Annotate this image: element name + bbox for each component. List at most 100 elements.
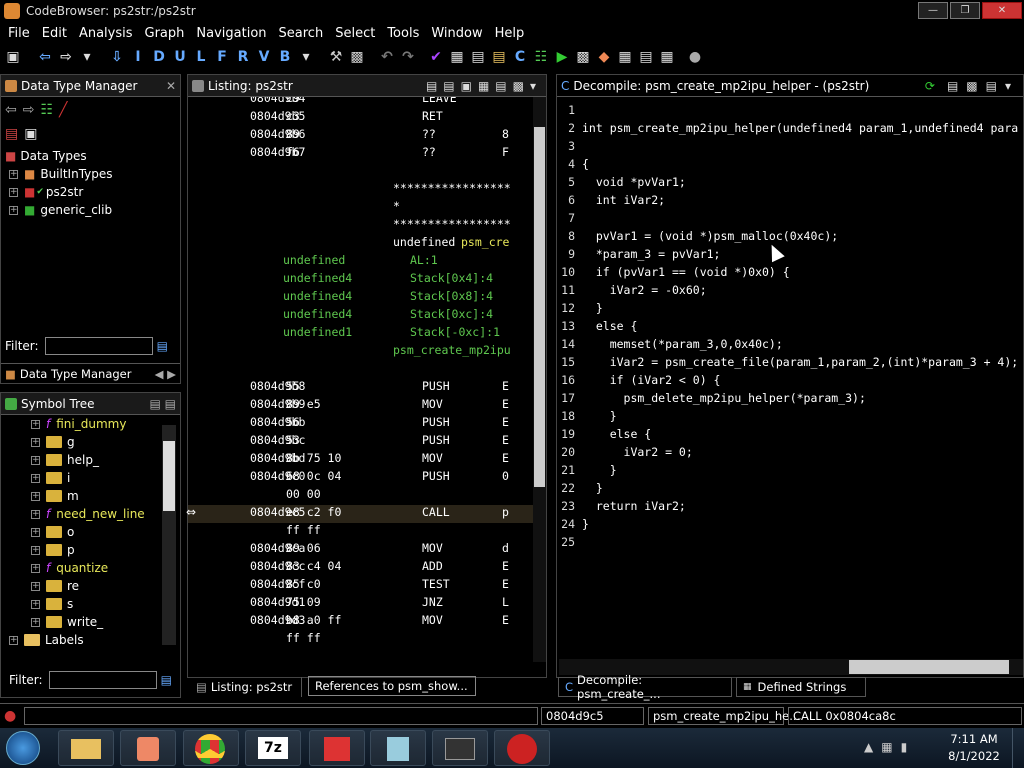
tools-icon[interactable]: ⚒ (327, 48, 345, 66)
symbol-tree-item[interactable]: + i (31, 469, 180, 487)
listing-line[interactable]: ff ff (188, 631, 533, 649)
tree-item-builtintypes[interactable]: + ■ BuiltInTypes (5, 165, 180, 183)
script-manager-icon[interactable]: ▦ (448, 48, 466, 66)
decompile-line[interactable]: iVar2 = psm_create_file(param_1,param_2,… (582, 355, 1019, 369)
decompile-line[interactable]: } (582, 409, 617, 423)
listing-line[interactable]: 0804d9cf 85 c0 TEST E (188, 577, 533, 595)
expand-icon[interactable]: + (31, 545, 40, 555)
maximize-button[interactable]: ❐ (950, 2, 980, 19)
listing-param-line[interactable]: undefined4 Stack[0x4]:4 (188, 271, 533, 289)
nav-value-icon[interactable]: V (255, 48, 273, 66)
help-chat-icon[interactable]: ● (686, 48, 704, 66)
listing-line[interactable]: 0804d9c0 68 0c 04 PUSH 0 (188, 469, 533, 487)
data-type-manager-tab[interactable]: ■ Data Type Manager ◀ ▶ (1, 363, 180, 383)
data-types-root[interactable]: ■ Data Types (5, 147, 180, 165)
filter-options-icon[interactable]: ▤ (157, 339, 168, 353)
decompile-line[interactable]: } (582, 301, 603, 315)
nav-instruction-icon[interactable]: I (129, 48, 147, 66)
taskbar-explorer-icon[interactable] (58, 730, 114, 766)
menu-tools[interactable]: Tools (381, 26, 425, 41)
symbol-tree-item[interactable]: + re (31, 577, 180, 595)
menu-file[interactable]: File (2, 26, 36, 41)
symbol-tree-item[interactable]: + write_ (31, 613, 180, 631)
decompile-line[interactable]: iVar2 = 0; (582, 445, 693, 459)
listing-comment-line[interactable]: * (188, 199, 533, 217)
menu-navigation[interactable]: Navigation (190, 26, 272, 41)
checkmark-icon[interactable]: ✔ (427, 48, 445, 66)
expand-icon[interactable]: + (31, 509, 40, 519)
listing-line[interactable]: ff ff (188, 523, 533, 541)
listing-line[interactable]: 00 00 (188, 487, 533, 505)
diamond-icon[interactable]: ◆ (595, 48, 613, 66)
decompile-line[interactable]: int iVar2; (582, 193, 665, 207)
tree-item-generic-clib[interactable]: + ■ generic_clib (5, 201, 180, 219)
down-arrow-icon[interactable]: ⇩ (108, 48, 126, 66)
symbol-tree-item[interactable]: + help_ (31, 451, 180, 469)
listing-line[interactable]: 0804d9b4 c9 LEAVE (188, 97, 533, 109)
listing-line[interactable]: 0804d9d1 75 09 JNZ L (188, 595, 533, 613)
menu-search[interactable]: Search (273, 26, 330, 41)
decompile-line[interactable]: } (582, 517, 589, 531)
taskbar-media-player-icon[interactable] (120, 730, 176, 766)
expand-icon[interactable]: + (31, 491, 40, 501)
tree-item-ps2str[interactable]: + ■ ✔ ps2str (5, 183, 180, 201)
symbol-tree-item[interactable]: + f fini_dummy (31, 415, 180, 433)
archive-icon[interactable]: ▤ (5, 126, 18, 142)
listing-line[interactable]: 0804d9b7 f6?? F (188, 145, 533, 163)
symbol-tree-item[interactable]: + f quantize (31, 559, 180, 577)
taskbar-chrome-icon[interactable] (183, 730, 239, 766)
listing-param-line[interactable]: undefined AL:1 (188, 253, 533, 271)
decompile-line[interactable]: else { (582, 427, 652, 441)
function-graph-icon[interactable]: ☷ (532, 48, 550, 66)
listing-signature-line[interactable]: undefined psm_cre (188, 235, 533, 253)
listing-comment-line[interactable]: ***************** (188, 181, 533, 199)
table-icon[interactable]: ▦ (616, 48, 634, 66)
listing-param-line[interactable]: undefined4 Stack[0x8]:4 (188, 289, 533, 307)
expand-icon[interactable]: + (31, 527, 40, 537)
taskbar-7zip-icon[interactable]: 7z (245, 730, 301, 766)
symbol-tree-filter-input[interactable] (48, 671, 157, 689)
nav-label-icon[interactable]: L (192, 48, 210, 66)
symbol-tree-root[interactable]: + Labels (9, 631, 180, 647)
tab-defined-strings[interactable]: ▦ Defined Strings (736, 677, 866, 697)
system-tray-icons[interactable]: ▲▦▮ (864, 740, 915, 754)
expand-icon[interactable]: + (31, 581, 40, 591)
decompile-line[interactable]: else { (582, 319, 638, 333)
folder-icon[interactable]: ▤ (490, 48, 508, 66)
decompile-line[interactable]: } (582, 481, 603, 495)
taskbar-ghidra-icon[interactable] (494, 730, 550, 766)
tree-icon[interactable]: ☷ (40, 102, 53, 118)
panel-close-icon[interactable]: ✕ (166, 79, 176, 93)
menu-help[interactable]: Help (489, 26, 531, 41)
listing-line[interactable]: 0804d9b6 89?? 8 (188, 127, 533, 145)
clear-icon[interactable]: ╱ (59, 102, 67, 118)
listing-line[interactable]: 0804d9d3 b8 a0 ff MOV E (188, 613, 533, 631)
tab-scroll-icon[interactable]: ◀ ▶ (155, 367, 176, 381)
decompile-line[interactable]: psm_delete_mp2ipu_helper(*param_3); (582, 391, 866, 405)
symbol-tree-scrollbar[interactable] (162, 425, 176, 645)
menu-analysis[interactable]: Analysis (73, 26, 139, 41)
nav-bookmark-icon[interactable]: B (276, 48, 294, 66)
memory-icon[interactable]: ▩ (348, 48, 366, 66)
expand-icon[interactable]: + (31, 599, 40, 609)
taskbar-network-icon[interactable] (309, 730, 365, 766)
tab-decompile[interactable]: C Decompile: psm_create_... (558, 673, 732, 701)
symbol-tree-item[interactable]: + s (31, 595, 180, 613)
decompile-line[interactable]: pvVar1 = (void *)psm_malloc(0x40c); (582, 229, 838, 243)
nav-reference-icon[interactable]: R (234, 48, 252, 66)
menu-select[interactable]: Select (329, 26, 381, 41)
menu-window[interactable]: Window (425, 26, 488, 41)
decompile-line[interactable]: { (582, 157, 589, 171)
decompile-line[interactable]: iVar2 = -0x60; (582, 283, 707, 297)
decompiler-icon[interactable]: C (511, 48, 529, 66)
run-script-icon[interactable]: ▶ (553, 48, 571, 66)
expand-icon[interactable]: + (9, 187, 18, 197)
listing-param-line[interactable]: undefined4 Stack[0xc]:4 (188, 307, 533, 325)
tab-listing[interactable]: ▤ Listing: ps2str (190, 677, 302, 697)
listing-line[interactable]: 0804d9bc 53 PUSH E (188, 433, 533, 451)
listing-line[interactable]: 0804d9ca 89 06 MOV d (188, 541, 533, 559)
window-icon[interactable]: ▤ (637, 48, 655, 66)
back-icon[interactable]: ⇦ (5, 102, 17, 118)
listing-line[interactable]: 0804d9c5 e8 c2 f0 CALL p (188, 505, 533, 523)
decompile-toolbar-icons[interactable]: ▤▩▤▾ (947, 79, 1019, 93)
